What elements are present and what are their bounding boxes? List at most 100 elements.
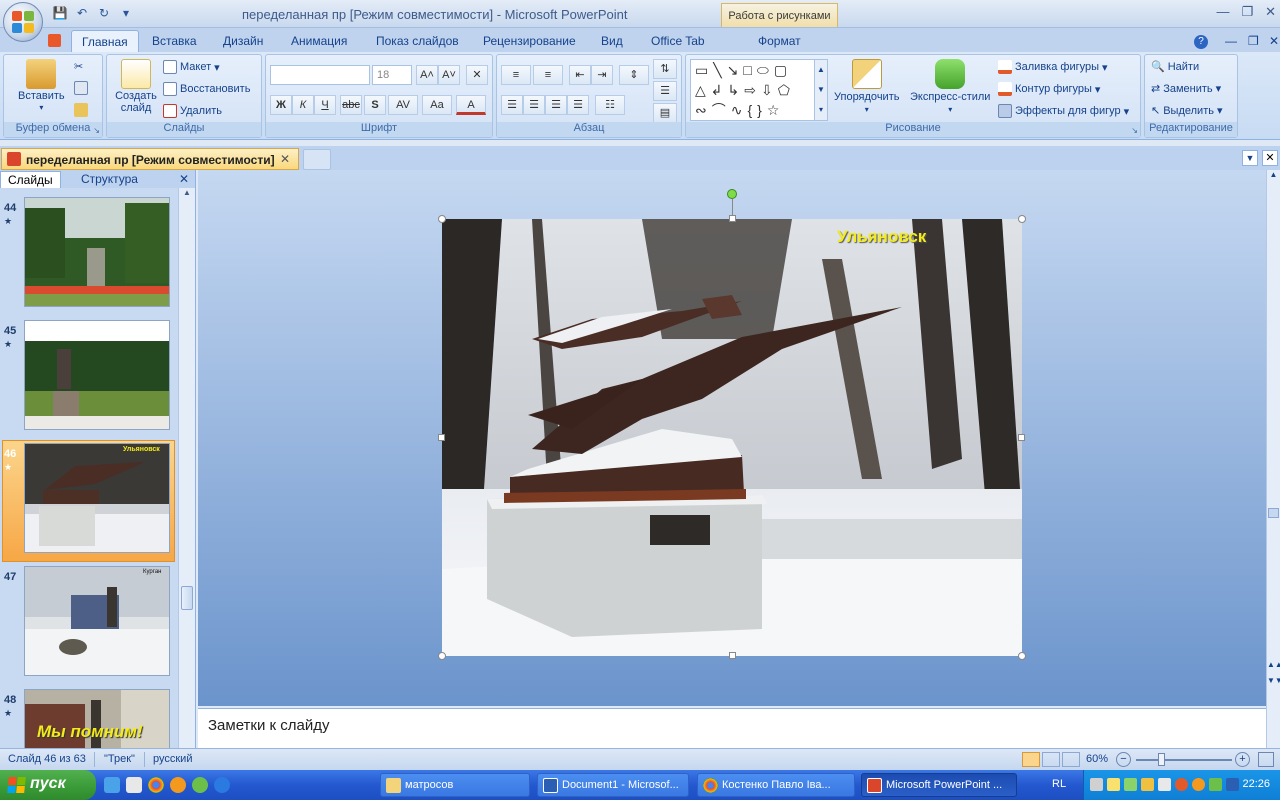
triangle-shape-icon[interactable]: △ — [695, 82, 711, 98]
tab-outline[interactable]: Структура — [74, 171, 145, 188]
resize-handle-s[interactable] — [729, 652, 736, 659]
clock[interactable]: 22:26 — [1242, 778, 1270, 790]
tray-app-icon[interactable] — [1226, 778, 1239, 791]
tab-slides[interactable]: Слайды — [0, 171, 61, 188]
slide-thumbnail-48[interactable]: Мы помним! — [24, 689, 170, 748]
resize-handle-w[interactable] — [438, 434, 445, 441]
next-slide-icon[interactable]: ▼▼ — [1267, 676, 1280, 685]
wave-shape-icon[interactable]: ∿ — [731, 102, 748, 118]
rotation-handle[interactable] — [727, 189, 737, 199]
numbering-icon[interactable]: ≡ — [533, 65, 563, 85]
tab-format[interactable]: Формат — [748, 30, 811, 52]
delete-button[interactable]: Удалить — [163, 104, 222, 118]
zoom-level[interactable]: 60% — [1086, 753, 1108, 765]
bullets-icon[interactable]: ≡ — [501, 65, 531, 85]
slide-thumbnail-45[interactable] — [24, 320, 170, 430]
ie-icon[interactable] — [214, 777, 230, 793]
minimize-icon[interactable]: — — [1216, 4, 1229, 20]
rect-shape-icon[interactable]: □ — [743, 62, 756, 78]
tab-bar-close-icon[interactable]: ✕ — [1262, 150, 1278, 166]
connector-shape-icon[interactable]: ↲ — [711, 82, 728, 98]
task-powerpoint[interactable]: Microsoft PowerPoint ... — [861, 773, 1017, 797]
slide-scrollbar[interactable]: ▲ ▲▲ ▼▼ — [1266, 170, 1280, 748]
tab-review[interactable]: Рецензирование — [473, 30, 586, 52]
gallery-scroll[interactable]: ▲ ▼ ▾ — [814, 59, 828, 121]
shapes-gallery[interactable]: ▭╲↘□⬭▢ △↲↳⇨⇩⬠ ∾⌒∿{}☆ — [690, 59, 816, 121]
cut-icon[interactable]: ✂ — [74, 60, 83, 73]
find-button[interactable]: 🔍 Найти — [1151, 60, 1199, 74]
close-icon[interactable]: ✕ — [1265, 4, 1276, 20]
tab-view[interactable]: Вид — [591, 30, 633, 52]
resize-handle-ne[interactable] — [1018, 215, 1026, 223]
slide-thumbnail-47[interactable]: Курган — [24, 566, 170, 676]
columns-icon[interactable]: ☷ — [595, 95, 625, 115]
tray-app-icon[interactable] — [1124, 778, 1137, 791]
doc-tab-close-icon[interactable]: ✕ — [280, 152, 290, 166]
resize-handle-se[interactable] — [1018, 652, 1026, 660]
resize-handle-e[interactable] — [1018, 434, 1025, 441]
zoom-slider[interactable] — [1136, 759, 1232, 761]
italic-icon[interactable]: К — [292, 95, 314, 115]
zoom-slider-thumb[interactable] — [1158, 753, 1165, 766]
tab-design[interactable]: Дизайн — [213, 30, 273, 52]
drawing-launcher-icon[interactable]: ↘ — [1131, 126, 1138, 135]
elbow-shape-icon[interactable]: ↳ — [728, 82, 745, 98]
task-word[interactable]: Document1 - Microsof... — [537, 773, 689, 797]
line-spacing-icon[interactable]: ⇕ — [619, 65, 649, 85]
show-desktop-icon[interactable] — [104, 777, 120, 793]
slide-scroll-up-icon[interactable]: ▲ — [1267, 170, 1280, 184]
slide-thumbnail-44[interactable] — [24, 197, 170, 307]
media-icon[interactable] — [126, 777, 142, 793]
task-chrome[interactable]: Костенко Павло Іва... — [697, 773, 855, 797]
save-icon[interactable]: 💾 — [52, 5, 68, 21]
align-right-icon[interactable]: ☰ — [545, 95, 567, 115]
restore-icon[interactable]: ❐ — [1241, 4, 1253, 20]
scroll-up-icon[interactable]: ▲ — [179, 188, 195, 204]
tray-app-icon[interactable] — [1209, 778, 1222, 791]
volume-icon[interactable] — [1158, 778, 1171, 791]
resize-handle-sw[interactable] — [438, 652, 446, 660]
customize-qat-icon[interactable]: ▾ — [118, 5, 134, 21]
format-painter-icon[interactable] — [74, 103, 88, 117]
copy-icon[interactable] — [74, 81, 88, 95]
slides-pane-scrollbar[interactable]: ▲ — [178, 188, 195, 748]
text-direction-icon[interactable]: ⇅ — [653, 59, 677, 79]
textbox-shape-icon[interactable]: ▭ — [695, 62, 713, 78]
star-shape-icon[interactable]: ☆ — [767, 102, 785, 118]
tray-app-icon[interactable] — [1175, 778, 1188, 791]
notes-pane[interactable]: Заметки к слайду — [198, 708, 1266, 748]
tab-slideshow[interactable]: Показ слайдов — [366, 30, 469, 52]
scroll-thumb[interactable] — [181, 586, 193, 610]
shape-fill-button[interactable]: Заливка фигуры ▾ — [998, 60, 1108, 74]
chrome-icon[interactable] — [148, 777, 164, 793]
quick-styles-button[interactable]: Экспресс-стили ▾ — [910, 59, 990, 114]
shape-effects-button[interactable]: Эффекты для фигур ▾ — [998, 104, 1129, 118]
line-shape-icon[interactable]: ╲ — [713, 62, 726, 78]
shape-outline-button[interactable]: Контур фигуры ▾ — [998, 82, 1100, 96]
decrease-indent-icon[interactable]: ⇤ — [569, 65, 591, 85]
browser-icon[interactable] — [170, 777, 186, 793]
paste-button[interactable]: Вставить ▾ — [18, 59, 65, 112]
undo-icon[interactable]: ↶ — [74, 5, 90, 21]
smartart-icon[interactable]: ▤ — [653, 103, 677, 123]
justify-icon[interactable]: ☰ — [567, 95, 589, 115]
shrink-font-icon[interactable]: A˅ — [438, 65, 460, 85]
zoom-out-icon[interactable]: − — [1116, 752, 1131, 767]
underline-icon[interactable]: Ч — [314, 95, 336, 115]
redo-icon[interactable]: ↻ — [96, 5, 112, 21]
tab-home[interactable]: Главная — [71, 30, 139, 52]
tray-app-icon[interactable] — [1107, 778, 1120, 791]
replace-button[interactable]: ⇄ Заменить ▾ — [1151, 82, 1221, 96]
font-color-icon[interactable]: A — [456, 95, 486, 115]
monument-photo[interactable]: Ульяновск — [442, 219, 1022, 656]
fit-to-window-icon[interactable] — [1258, 752, 1274, 767]
resize-handle-n[interactable] — [729, 215, 736, 222]
font-name-combo[interactable] — [270, 65, 370, 85]
network-icon[interactable] — [1090, 778, 1103, 791]
tab-list-dropdown-icon[interactable]: ▼ — [1242, 150, 1258, 166]
oval-shape-icon[interactable]: ⬭ — [757, 62, 774, 78]
document-tab[interactable]: переделанная пр [Режим совместимости] ✕ — [1, 148, 299, 170]
language-indicator[interactable]: русский — [153, 753, 192, 765]
zoom-in-icon[interactable]: + — [1235, 752, 1250, 767]
new-slide-button[interactable]: Создать слайд — [113, 59, 159, 114]
